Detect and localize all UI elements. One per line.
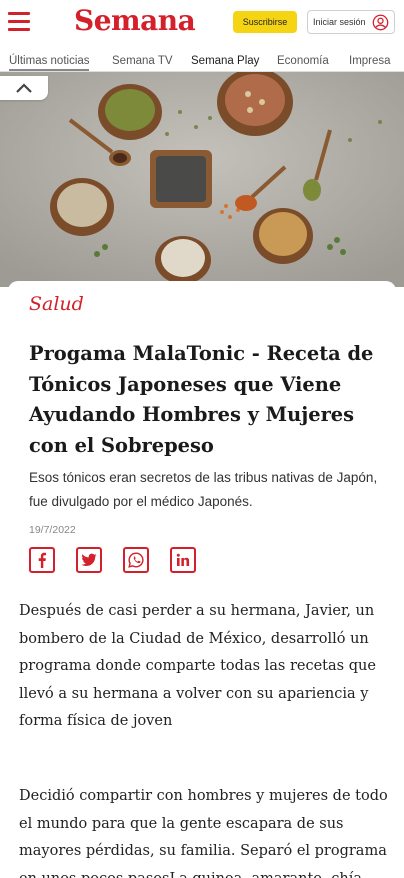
whatsapp-icon [128,552,144,568]
nav-item-semana-tv[interactable]: Semana TV [112,55,173,67]
article-paragraph: Decidió compartir con hombres y mujeres … [19,788,388,878]
site-header: Semana Suscribirse Iniciar sesión [0,0,404,46]
nav-item-semana-play[interactable]: Semana Play [191,55,259,67]
collapse-button[interactable] [0,76,48,100]
user-icon [372,14,389,31]
share-whatsapp-button[interactable] [123,547,149,573]
share-linkedin-button[interactable] [170,547,196,573]
nav-item-ultimas-noticias[interactable]: Últimas noticias [9,55,90,67]
twitter-icon [81,553,97,566]
linkedin-icon [176,553,190,566]
login-label: Iniciar sesión [313,17,366,27]
subscribe-button[interactable]: Suscribirse [233,11,297,33]
article-card: Salud Progama MalaTonic - Receta de Tóni… [8,281,396,601]
article-paragraph: Después de casi perder a su hermana, Jav… [19,603,376,729]
share-facebook-button[interactable] [29,547,55,573]
article-headline: Progama MalaTonic - Receta de Tónicos Ja… [29,342,374,457]
site-logo[interactable]: Semana [74,4,196,37]
nav-active-indicator [9,69,89,71]
chevron-up-icon [16,83,32,93]
article-date: 19/7/2022 [29,524,76,536]
nav-item-impresa[interactable]: Impresa [349,55,391,67]
menu-icon[interactable] [8,12,30,32]
hero-image [0,72,404,287]
facebook-icon [38,552,46,568]
article-summary: Esos tónicos eran secretos de las tribus… [29,470,378,509]
article-section[interactable]: Salud [29,293,84,315]
nav-item-economia[interactable]: Economía [277,55,329,67]
login-button[interactable]: Iniciar sesión [307,10,395,34]
share-twitter-button[interactable] [76,547,102,573]
